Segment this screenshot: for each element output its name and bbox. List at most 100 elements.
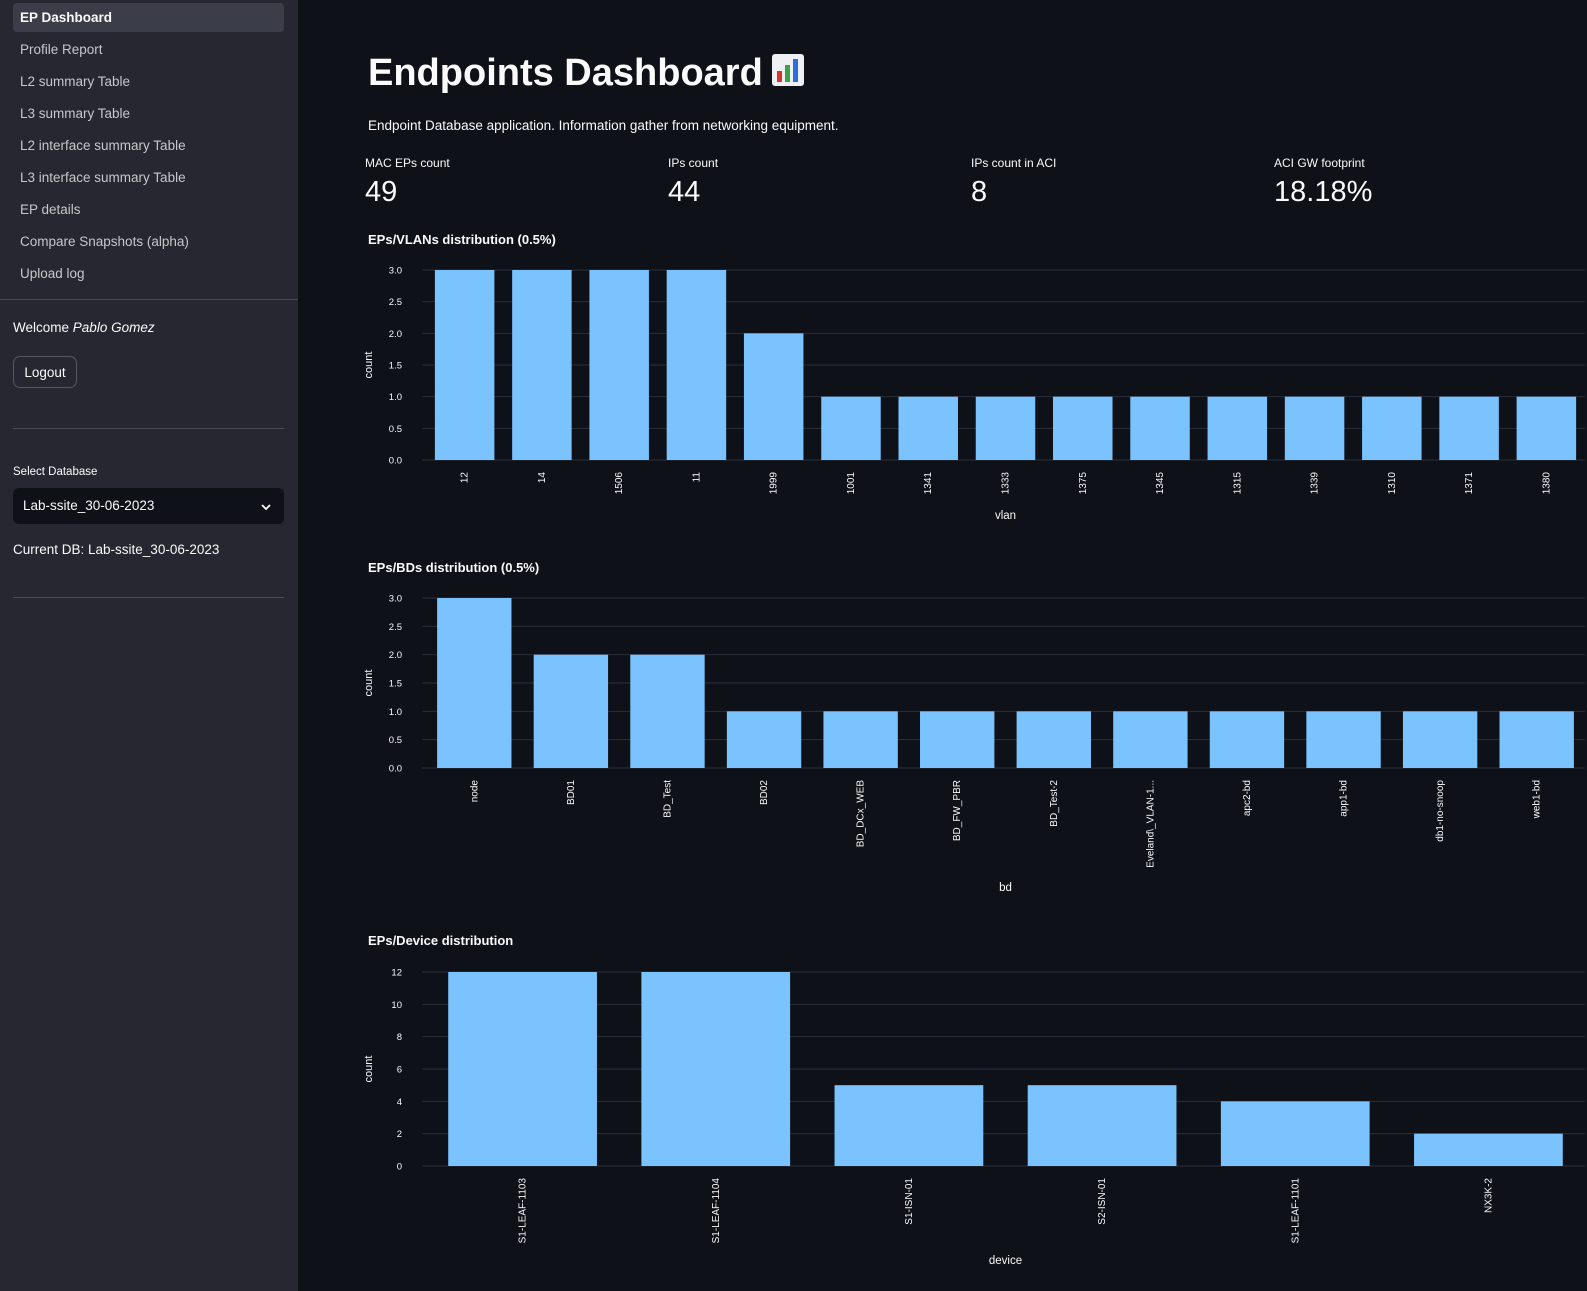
y-tick-label: 1.0	[389, 392, 402, 403]
chevron-down-icon	[260, 488, 272, 524]
metric-value: 8	[971, 176, 988, 208]
x-tick-label: 1999	[769, 472, 780, 495]
bar	[1113, 711, 1188, 768]
bar	[834, 1085, 984, 1166]
y-tick-label: 0.5	[389, 424, 402, 435]
metric-mac-eps: MAC EPs count 49	[365, 156, 450, 209]
x-tick-label: 1310	[1387, 472, 1398, 495]
bar	[975, 396, 1036, 460]
x-tick-label: S2-ISN-01	[1097, 1178, 1108, 1225]
y-tick-label: 10	[391, 1000, 402, 1011]
x-tick-label: 1375	[1078, 472, 1089, 495]
x-tick-label: db1-no-snoop	[1435, 780, 1446, 842]
bar	[512, 270, 572, 460]
bar	[1284, 396, 1345, 460]
device-distribution-chart: 0 2 4 6 8 10 12 count S1-LEAF-1103 S1-LEAF-1104 S1…	[363, 968, 1585, 1267]
bar	[743, 333, 804, 460]
bar	[920, 711, 995, 768]
x-tick-label: 11	[691, 472, 702, 483]
y-tick-label: 2.5	[389, 622, 402, 633]
nav-ep-dashboard[interactable]: EP Dashboard	[13, 3, 284, 32]
page-title-text: Endpoints Dashboard	[368, 52, 763, 94]
bar	[1439, 396, 1499, 460]
x-tick-label: node	[469, 780, 480, 803]
y-tick-label: 2	[397, 1129, 402, 1140]
metric-label: IPs count	[668, 156, 719, 170]
y-tick-label: 2.5	[389, 297, 402, 308]
x-tick-label: 12	[460, 472, 471, 484]
nav-compare-snapshots[interactable]: Compare Snapshots (alpha)	[13, 227, 284, 256]
y-tick-label: 8	[397, 1032, 402, 1043]
x-tick-label: 1345	[1155, 472, 1166, 495]
bar	[641, 972, 791, 1166]
bar	[726, 711, 802, 768]
bar	[1209, 711, 1285, 768]
y-axis-label: count	[363, 1056, 375, 1083]
x-tick-label: 1506	[614, 472, 625, 495]
y-tick-label: 0.5	[389, 735, 402, 746]
x-axis-label: device	[989, 1255, 1022, 1267]
nav-l3-interface-summary-table[interactable]: L3 interface summary Table	[13, 163, 284, 192]
bar	[821, 396, 881, 460]
database-select-value: Lab-ssite_30-06-2023	[23, 498, 155, 513]
main-content: Endpoints Dashboard Endpoint Database ap…	[298, 0, 1587, 1291]
x-tick-label: S1-LEAF-1104	[711, 1178, 722, 1244]
bar	[1207, 396, 1268, 460]
nav-upload-log[interactable]: Upload log	[13, 259, 284, 288]
x-tick-label: BD01	[566, 780, 577, 805]
bar	[1027, 1085, 1177, 1166]
x-tick-label: 1371	[1464, 472, 1475, 495]
x-tick-label: BD02	[759, 780, 770, 805]
metric-label: MAC EPs count	[365, 156, 450, 170]
y-tick-label: 1.5	[389, 679, 402, 690]
x-tick-label: 1315	[1232, 472, 1243, 495]
vlan-chart-title: EPs/VLANs distribution (0.5%)	[368, 232, 556, 247]
nav-l2-interface-summary-table[interactable]: L2 interface summary Table	[13, 131, 284, 160]
nav-ep-details[interactable]: EP details	[13, 195, 284, 224]
vlan-distribution-chart: 0.0 0.5 1.0 1.5 2.0 2.5 3.0 count 12 14 1506 11 1999…	[363, 266, 1585, 522]
current-db-text: Current DB: Lab-ssite_30-06-2023	[13, 542, 220, 557]
page-title: Endpoints Dashboard	[368, 52, 805, 97]
metric-ips-in-aci: IPs count in ACI 8	[971, 156, 1056, 209]
bar	[1306, 711, 1381, 768]
sidebar-nav: EP Dashboard Profile Report L2 summary T…	[0, 0, 298, 288]
bar	[1130, 396, 1190, 460]
metric-label: ACI GW footprint	[1274, 156, 1365, 170]
x-tick-label: BD_FW_PBR	[952, 780, 963, 841]
nav-l2-summary-table[interactable]: L2 summary Table	[13, 67, 284, 96]
x-tick-label: web1-bd	[1532, 780, 1543, 819]
x-tick-label: BD_DCx_WEB	[856, 780, 867, 848]
y-axis-label: count	[363, 670, 375, 697]
y-tick-label: 0.0	[389, 456, 402, 467]
y-tick-label: 6	[397, 1065, 402, 1076]
bar	[1499, 711, 1574, 768]
metric-value: 18.18%	[1274, 176, 1373, 208]
x-axis-label: vlan	[995, 510, 1016, 522]
bar	[630, 654, 705, 768]
database-select[interactable]: Lab-ssite_30-06-2023	[13, 488, 284, 524]
x-tick-label: 1339	[1310, 472, 1321, 495]
x-tick-label: Eveland\_VLAN-1...	[1145, 780, 1156, 868]
select-database-label: Select Database	[13, 466, 98, 478]
bar	[437, 598, 512, 768]
bar	[1053, 396, 1113, 460]
bar	[823, 711, 898, 768]
y-tick-label: 2.0	[389, 329, 402, 340]
y-tick-label: 3.0	[389, 594, 402, 605]
x-tick-label: S1-ISN-01	[904, 1178, 915, 1225]
nav-profile-report[interactable]: Profile Report	[13, 35, 284, 64]
nav-l3-summary-table[interactable]: L3 summary Table	[13, 99, 284, 128]
y-tick-label: 12	[391, 968, 402, 979]
x-tick-label: 1001	[846, 472, 857, 495]
bd-chart-title: EPs/BDs distribution (0.5%)	[368, 560, 540, 575]
y-tick-label: 0.0	[389, 764, 402, 775]
logout-button[interactable]: Logout	[13, 356, 77, 388]
x-tick-label: NX3K-2	[1483, 1178, 1494, 1213]
bar	[448, 972, 597, 1166]
user-name: Pablo Gomez	[72, 320, 155, 335]
metric-ips-count: IPs count 44	[668, 156, 718, 209]
x-tick-label: 1341	[923, 472, 934, 495]
welcome-text: Welcome Pablo Gomez	[13, 320, 155, 335]
x-tick-label: 14	[537, 472, 548, 484]
bar	[1362, 396, 1422, 460]
